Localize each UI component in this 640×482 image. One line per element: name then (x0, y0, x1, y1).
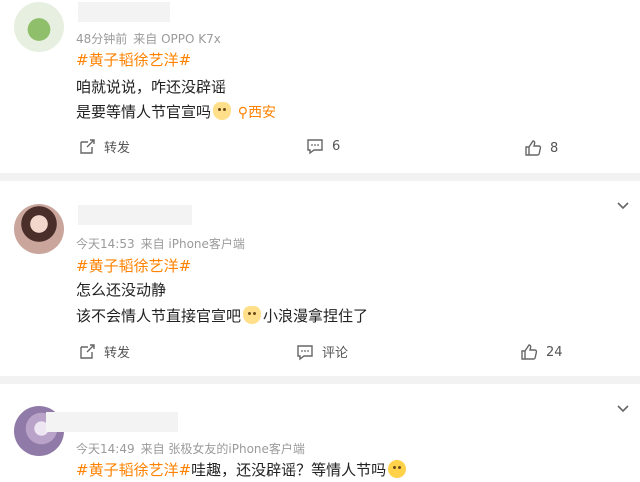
username-redacted (78, 205, 192, 225)
like-count: 24 (546, 344, 563, 360)
comment-card: 48分钟前 来自 OPPO K7x #黄子韬徐艺洋# 咱就说说，咋还没辟谣 是要等… (0, 0, 640, 173)
action-bar: 转发 6 8 (0, 137, 640, 161)
chevron-down-icon[interactable] (616, 199, 630, 213)
comment-text-line: 是要等情人节官宣吗 ⚲西安 (76, 101, 276, 122)
comment-meta: 今天14:53 来自 iPhone客户端 (76, 235, 251, 252)
like-button[interactable]: 8 (524, 139, 558, 157)
source: 来自 iPhone客户端 (140, 237, 245, 251)
source: 来自 张极女友的iPhone客户端 (140, 442, 305, 456)
cat-emoji-icon (243, 306, 262, 324)
topic-tag[interactable]: #黄子韬徐艺洋# (76, 255, 191, 276)
comment-text: 哇趣，还没辟谣？等情人节吗 (191, 461, 387, 479)
comment-button[interactable]: 评论 (296, 342, 348, 361)
comment-button[interactable]: 6 (306, 137, 340, 155)
chevron-down-icon[interactable] (616, 402, 630, 416)
comment-text-line: #黄子韬徐艺洋#哇趣，还没辟谣？等情人节吗 (76, 459, 408, 480)
repost-button[interactable]: 转发 (78, 342, 130, 361)
comment-meta: 48分钟前 来自 OPPO K7x (76, 30, 227, 47)
comment-text-line: 该不会情人节直接官宣吧 小浪漫拿捏住了 (76, 305, 368, 326)
comment-text-tail: 小浪漫拿捏住了 (263, 307, 369, 325)
repost-label: 转发 (104, 346, 131, 361)
thumbs-up-icon (525, 140, 542, 156)
username-redacted (78, 2, 170, 22)
location-pin-icon: ⚲ (237, 105, 249, 121)
comment-icon (307, 139, 323, 155)
repost-icon (80, 343, 95, 359)
timestamp: 今天14:53 (76, 237, 135, 251)
avatar[interactable] (14, 204, 64, 254)
avatar[interactable] (14, 2, 64, 52)
comment-label: 评论 (322, 346, 349, 361)
comment-card: 今天14:49 来自 张极女友的iPhone客户端 #黄子韬徐艺洋#哇趣，还没辟谣… (0, 384, 640, 482)
timestamp: 今天14:49 (76, 442, 135, 456)
cat-emoji-icon (213, 102, 232, 120)
like-count: 8 (550, 140, 559, 156)
repost-icon (80, 138, 95, 154)
comment-text: 该不会情人节直接官宣吧 (76, 307, 242, 325)
comment-text: 是要等情人节官宣吗 (76, 103, 212, 121)
like-button[interactable]: 24 (520, 343, 563, 361)
username-redacted (46, 412, 178, 432)
source: 来自 OPPO K7x (133, 32, 221, 46)
topic-tag[interactable]: #黄子韬徐艺洋# (76, 49, 191, 70)
location-label: 西安 (248, 105, 277, 121)
thumbs-up-icon (521, 344, 538, 360)
comment-text-line: 咱就说说，咋还没辟谣 (76, 78, 227, 96)
timestamp: 48分钟前 (76, 32, 128, 46)
action-bar: 转发 评论 24 (0, 342, 640, 366)
comment-meta: 今天14:49 来自 张极女友的iPhone客户端 (76, 440, 311, 457)
topic-tag[interactable]: #黄子韬徐艺洋# (76, 461, 191, 479)
repost-button[interactable]: 转发 (78, 137, 130, 156)
comment-card: 今天14:53 来自 iPhone客户端 #黄子韬徐艺洋# 怎么还没动静 该不会情… (0, 181, 640, 376)
smile-emoji-icon (388, 460, 407, 478)
comment-icon (297, 344, 313, 360)
comment-text-line: 怎么还没动静 (76, 281, 167, 299)
location-tag[interactable]: ⚲西安 (238, 105, 276, 121)
repost-label: 转发 (104, 141, 131, 156)
comment-count: 6 (332, 138, 341, 154)
